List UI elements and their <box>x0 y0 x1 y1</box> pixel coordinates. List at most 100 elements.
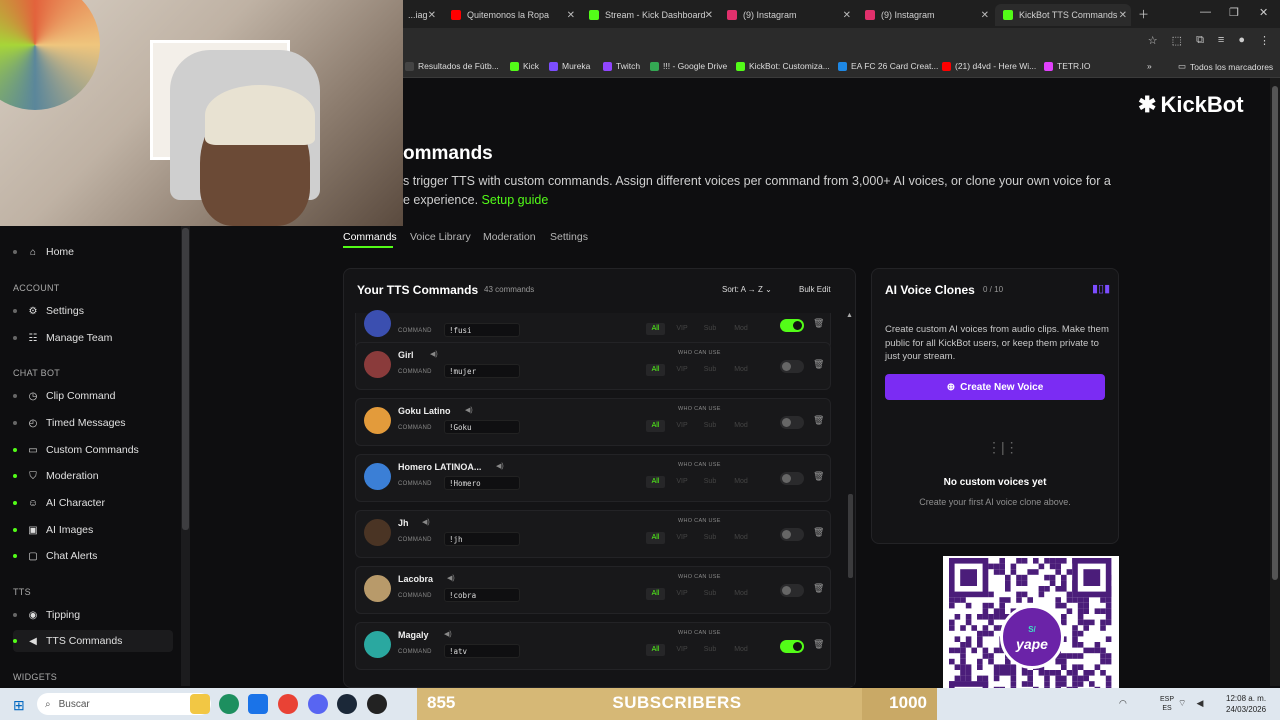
speaker-preview-icon[interactable]: ◀) <box>496 462 504 470</box>
enable-toggle[interactable] <box>780 640 804 653</box>
close-tab-icon[interactable]: ✕ <box>428 10 436 21</box>
chrome-icon[interactable] <box>278 694 298 714</box>
command-input[interactable]: !atv <box>444 644 520 658</box>
sidebar-item-timed-messages[interactable]: ◴ Timed Messages <box>13 412 173 434</box>
permission-vip[interactable]: VIP <box>674 476 690 488</box>
trash-icon[interactable]: 🗑 <box>813 639 824 650</box>
permission-vip[interactable]: VIP <box>674 588 690 600</box>
sidebar-item-ai-character[interactable]: ☺ AI Character <box>13 492 173 514</box>
scroll-up-icon[interactable]: ▲ <box>846 312 853 319</box>
permission-sub[interactable]: Sub <box>702 364 718 376</box>
sidebar-scrollbar-thumb[interactable] <box>182 228 189 530</box>
media-icon[interactable]: ≡ <box>1218 34 1224 47</box>
browser-tab[interactable]: Stream - Kick Dashboard ✕ <box>581 4 717 26</box>
permission-all[interactable]: All <box>646 644 665 656</box>
speaker-preview-icon[interactable]: ◀) <box>422 518 430 526</box>
command-input[interactable]: !Goku <box>444 420 520 434</box>
speaker-preview-icon[interactable]: ◀) <box>444 630 452 638</box>
bookmark-item[interactable]: Kick <box>510 61 539 71</box>
permission-all[interactable]: All <box>646 364 665 376</box>
browser-tab[interactable]: Quitemonos la Ropa ✕ <box>443 4 579 26</box>
command-input[interactable]: !jh <box>444 532 520 546</box>
minimize-icon[interactable]: — <box>1200 6 1211 18</box>
sidebar-item-home[interactable]: ⌂ Home <box>13 241 173 263</box>
bookmark-item[interactable]: (21) d4vd - Here Wi... <box>942 61 1036 71</box>
command-input[interactable]: !fusi <box>444 323 520 337</box>
volume-icon[interactable]: ◀ <box>1196 698 1203 709</box>
menu-icon[interactable]: ⋮ <box>1259 34 1270 47</box>
permission-sub[interactable]: Sub <box>702 588 718 600</box>
close-tab-icon[interactable]: ✕ <box>981 10 989 21</box>
command-input[interactable]: !mujer <box>444 364 520 378</box>
permission-all[interactable]: All <box>646 323 665 335</box>
trash-icon[interactable]: 🗑 <box>813 318 824 329</box>
permission-sub[interactable]: Sub <box>702 323 718 335</box>
sidebar-item-manage-team[interactable]: ☷ Manage Team <box>13 327 173 349</box>
close-tab-icon[interactable]: ✕ <box>843 10 851 21</box>
bulk-edit-button[interactable]: Bulk Edit <box>799 285 831 294</box>
maximize-icon[interactable]: ❐ <box>1229 6 1239 19</box>
trash-icon[interactable]: 🗑 <box>813 359 824 370</box>
sidebar-item-tipping[interactable]: ◉ Tipping <box>13 604 173 626</box>
language-indicator[interactable]: ESP ES <box>1160 695 1174 713</box>
permission-vip[interactable]: VIP <box>674 323 690 335</box>
commands-scrollbar-thumb[interactable] <box>848 494 853 578</box>
permission-mod[interactable]: Mod <box>732 323 750 335</box>
extension-icon[interactable]: ⬚ <box>1172 34 1182 47</box>
command-input[interactable]: !Homero <box>444 476 520 490</box>
permission-vip[interactable]: VIP <box>674 364 690 376</box>
trash-icon[interactable]: 🗑 <box>813 583 824 594</box>
browser-tab-active[interactable]: KickBot TTS Commands ✕ <box>995 4 1131 26</box>
tab-moderation[interactable]: Moderation <box>483 231 536 243</box>
browser-tab[interactable]: ...iag ✕ <box>400 4 440 26</box>
tab-voice-library[interactable]: Voice Library <box>410 231 471 243</box>
enable-toggle[interactable] <box>780 416 804 429</box>
trash-icon[interactable]: 🗑 <box>813 415 824 426</box>
permission-all[interactable]: All <box>646 588 665 600</box>
close-window-icon[interactable]: ✕ <box>1259 6 1268 19</box>
windows-start-icon[interactable]: ⊞ <box>13 697 25 714</box>
wifi-icon[interactable]: ◠ <box>1119 698 1127 709</box>
all-bookmarks[interactable]: ▭ Todos los marcadores <box>1178 61 1273 72</box>
new-tab-icon[interactable]: ＋ <box>1138 6 1149 22</box>
tab-settings[interactable]: Settings <box>550 231 588 243</box>
permission-mod[interactable]: Mod <box>732 420 750 432</box>
command-row[interactable]: Homero LATINOA... ◀) COMMAND !Homero WHO CAN… <box>355 454 831 502</box>
sidebar-item-moderation[interactable]: ⛉ Moderation <box>13 465 173 487</box>
bookmark-item[interactable]: Twitch <box>603 61 640 71</box>
bookmark-item[interactable]: Mureka <box>549 61 590 71</box>
page-scrollbar-thumb[interactable] <box>1272 86 1278 580</box>
close-tab-icon[interactable]: ✕ <box>567 10 575 21</box>
permission-sub[interactable]: Sub <box>702 476 718 488</box>
tab-commands[interactable]: Commands <box>343 231 397 243</box>
permission-mod[interactable]: Mod <box>732 364 750 376</box>
store-icon[interactable] <box>248 694 268 714</box>
browser-tab[interactable]: (9) Instagram ✕ <box>857 4 993 26</box>
permission-sub[interactable]: Sub <box>702 420 718 432</box>
bookmark-item[interactable]: TETR.IO <box>1044 61 1091 71</box>
permission-mod[interactable]: Mod <box>732 476 750 488</box>
command-input[interactable]: !cobra <box>444 588 520 602</box>
command-row[interactable]: Lacobra ◀) COMMAND !cobra WHO CAN USE All VIP S… <box>355 566 831 614</box>
permission-vip[interactable]: VIP <box>674 532 690 544</box>
bookmark-item[interactable]: KickBot: Customiza... <box>736 61 830 71</box>
permission-sub[interactable]: Sub <box>702 532 718 544</box>
speaker-preview-icon[interactable]: ◀) <box>447 574 455 582</box>
sidebar-item-tts-commands[interactable]: ◀ TTS Commands <box>13 630 173 652</box>
trash-icon[interactable]: 🗑 <box>813 471 824 482</box>
permission-mod[interactable]: Mod <box>732 644 750 656</box>
trash-icon[interactable]: 🗑 <box>813 527 824 538</box>
bookmark-item[interactable]: !!! - Google Drive <box>650 61 727 71</box>
discord-icon[interactable] <box>308 694 328 714</box>
command-row[interactable]: Magaly ◀) COMMAND !atv WHO CAN USE All VIP Sub M… <box>355 622 831 670</box>
sidebar-item-clip-command[interactable]: ◷ Clip Command <box>13 385 173 407</box>
bookmark-item[interactable]: EA FC 26 Card Creat... <box>838 61 938 71</box>
extensions-puzzle-icon[interactable]: ⧉ <box>1196 34 1204 47</box>
permission-mod[interactable]: Mod <box>732 588 750 600</box>
permission-vip[interactable]: VIP <box>674 644 690 656</box>
sidebar-item-ai-images[interactable]: ▣ AI Images <box>13 519 173 541</box>
permission-all[interactable]: All <box>646 476 665 488</box>
command-row[interactable]: Girl ◀) COMMAND !mujer WHO CAN USE All VIP Sub M… <box>355 342 831 390</box>
enable-toggle[interactable] <box>780 584 804 597</box>
close-tab-icon[interactable]: ✕ <box>705 10 713 21</box>
